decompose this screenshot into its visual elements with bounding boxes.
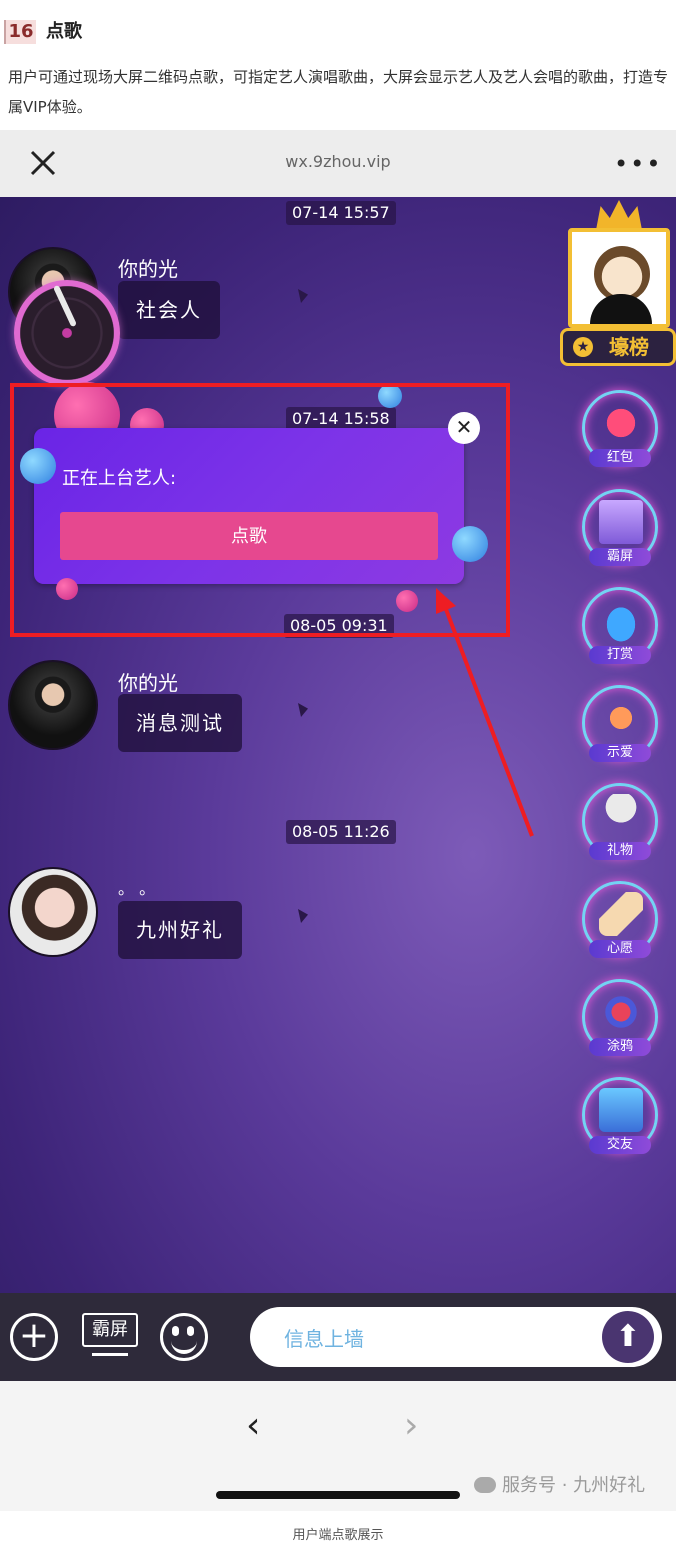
- message-input[interactable]: 信息上墙 ⬆: [250, 1307, 662, 1367]
- ba-screen-underline: [92, 1353, 128, 1356]
- forward-icon[interactable]: ›: [404, 1405, 418, 1446]
- image-caption: 用户端点歌展示: [292, 1528, 384, 1543]
- emoji-icon[interactable]: [160, 1313, 208, 1361]
- browser-nav: ‹ › 服务号 · 九州好礼: [0, 1381, 676, 1511]
- plus-icon[interactable]: +: [10, 1313, 58, 1361]
- watermark: 服务号 · 九州好礼: [474, 1471, 645, 1497]
- back-icon[interactable]: ‹: [246, 1405, 260, 1446]
- send-icon[interactable]: ⬆: [602, 1311, 654, 1363]
- ba-screen-button[interactable]: 霸屏: [82, 1313, 138, 1347]
- watermark-text: 服务号 · 九州好礼: [502, 1475, 646, 1496]
- home-indicator[interactable]: [216, 1491, 460, 1499]
- message-placeholder: 信息上墙: [284, 1327, 364, 1351]
- wechat-icon: [474, 1477, 496, 1493]
- input-bar: + 霸屏 信息上墙 ⬆: [0, 1293, 676, 1381]
